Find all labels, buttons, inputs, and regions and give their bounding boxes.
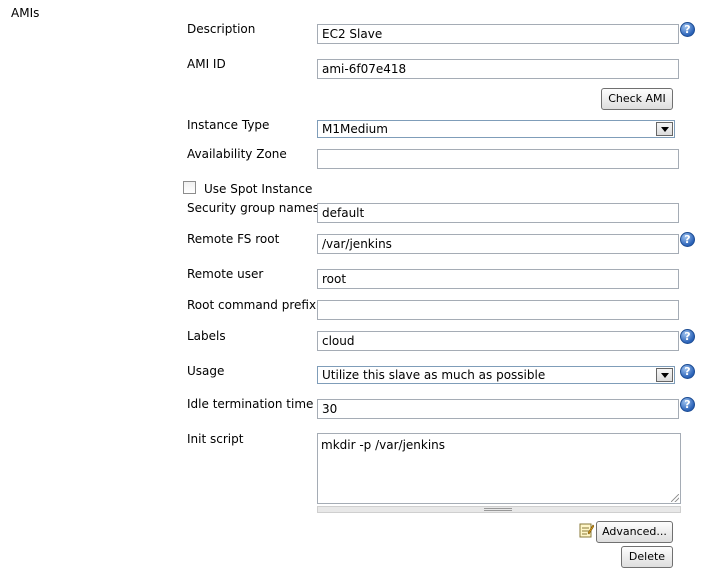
help-icon[interactable]: ?	[680, 232, 695, 247]
description-label: Description	[187, 22, 256, 36]
spot-instance-label: Use Spot Instance	[204, 182, 313, 196]
init-script-label: Init script	[187, 432, 244, 446]
spot-instance-checkbox[interactable]	[183, 181, 196, 194]
description-input[interactable]: EC2 Slave	[317, 24, 679, 44]
init-script-value: mkdir -p /var/jenkins	[321, 438, 446, 452]
labels-label: Labels	[187, 329, 226, 343]
help-icon[interactable]: ?	[680, 397, 695, 412]
init-script-textarea[interactable]: mkdir -p /var/jenkins	[317, 433, 681, 504]
instance-type-value: M1Medium	[322, 122, 388, 136]
chevron-down-icon[interactable]	[656, 368, 673, 382]
delete-button[interactable]: Delete	[621, 546, 673, 568]
ami-id-input[interactable]: ami-6f07e418	[317, 59, 679, 79]
remote-user-input[interactable]: root	[317, 269, 679, 289]
help-icon[interactable]: ?	[680, 364, 695, 379]
advanced-button[interactable]: Advanced...	[596, 521, 673, 543]
remote-user-label: Remote user	[187, 267, 264, 281]
instance-type-label: Instance Type	[187, 118, 270, 132]
ami-id-label: AMI ID	[187, 57, 226, 71]
usage-label: Usage	[187, 364, 225, 378]
usage-select[interactable]: Utilize this slave as much as possible	[317, 366, 675, 384]
root-command-prefix-label: Root command prefix	[187, 298, 317, 312]
labels-input[interactable]: cloud	[317, 331, 679, 351]
chevron-down-icon[interactable]	[656, 122, 673, 136]
idle-termination-input[interactable]: 30	[317, 399, 679, 419]
availability-zone-label: Availability Zone	[187, 147, 287, 161]
resize-handle-icon[interactable]	[671, 494, 679, 502]
help-icon[interactable]: ?	[680, 329, 695, 344]
grip-icon	[484, 508, 512, 511]
remote-fs-root-input[interactable]: /var/jenkins	[317, 234, 679, 254]
root-command-prefix-input[interactable]	[317, 300, 679, 320]
instance-type-select[interactable]: M1Medium	[317, 120, 675, 138]
availability-zone-input[interactable]	[317, 149, 679, 169]
security-groups-input[interactable]: default	[317, 203, 679, 223]
notepad-icon	[579, 523, 594, 538]
idle-termination-label: Idle termination time	[187, 397, 314, 411]
check-ami-button[interactable]: Check AMI	[601, 88, 673, 110]
remote-fs-root-label: Remote FS root	[187, 232, 280, 246]
security-groups-label: Security group names	[187, 201, 320, 215]
help-icon[interactable]: ?	[680, 22, 695, 37]
section-title: AMIs	[11, 6, 40, 20]
textarea-resize-bar[interactable]	[317, 506, 681, 513]
usage-value: Utilize this slave as much as possible	[322, 368, 546, 382]
